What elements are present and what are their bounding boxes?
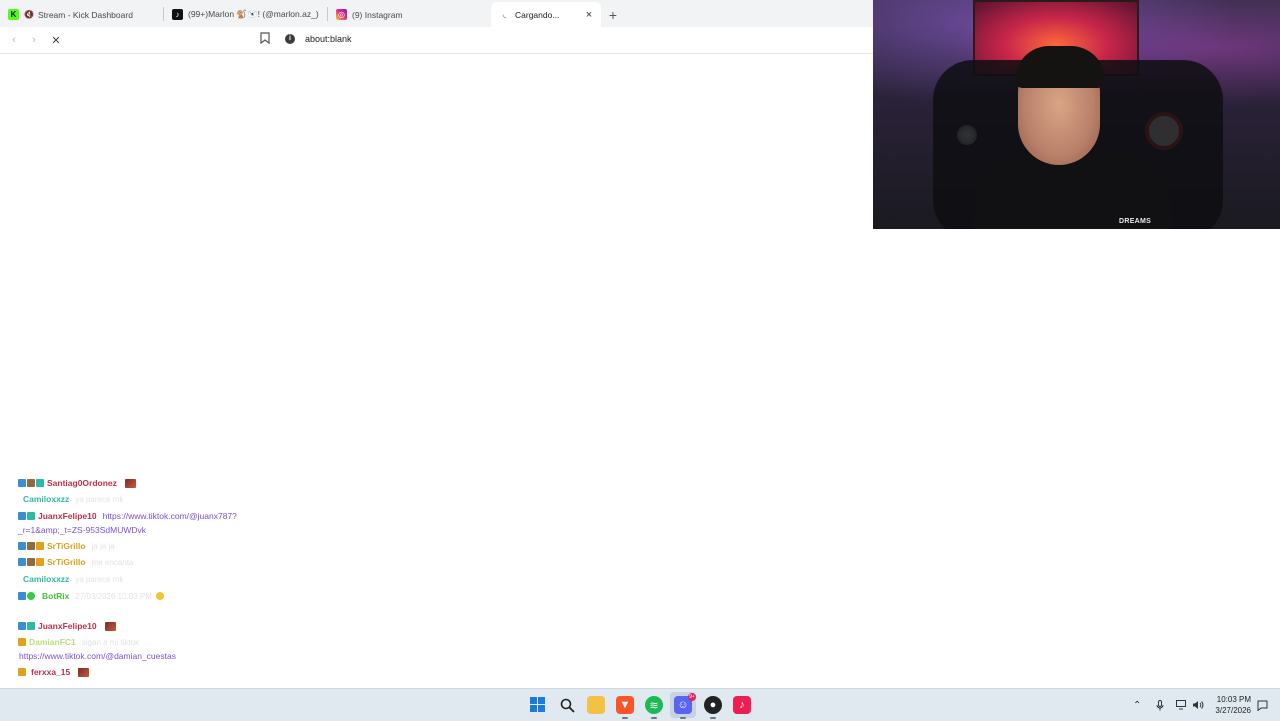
chat-username: JuanxFelipe10 bbox=[38, 511, 97, 521]
notification-badge: 9+ bbox=[688, 693, 696, 701]
network-icon[interactable] bbox=[1176, 689, 1188, 721]
chat-message: BotRix 27/03/2026 10:03 PM bbox=[18, 591, 164, 601]
microphone-icon[interactable] bbox=[1156, 689, 1164, 721]
browser-toolbar: ‹ › ✕ i about:blank bbox=[0, 27, 873, 54]
system-clock[interactable]: 10:03 PM 3/27/2026 bbox=[1205, 694, 1251, 716]
close-tab-icon[interactable]: × bbox=[583, 9, 595, 21]
chat-username: Camiloxxzz bbox=[23, 494, 70, 504]
kick-icon: K bbox=[8, 9, 19, 20]
badge-icon bbox=[18, 479, 26, 487]
chat-message: Santiag0Ordonez bbox=[18, 478, 136, 488]
new-tab-button[interactable]: + bbox=[601, 2, 625, 27]
windows-taskbar: ▼ ≋ ☺ 9+ ● ♪ ⌃ 10:03 PM 3/27/2026 bbox=[0, 688, 1280, 721]
running-indicator bbox=[710, 717, 716, 719]
file-explorer-icon[interactable] bbox=[587, 696, 605, 714]
tab-kick-dashboard[interactable]: K 🔇 Stream - Kick Dashboard bbox=[0, 2, 163, 27]
chat-text: ja ja ja bbox=[91, 541, 115, 551]
chat-message: DamianFC1 sigan a mi tiktok bbox=[18, 637, 139, 647]
clock-time: 10:03 PM bbox=[1216, 695, 1251, 704]
emote-icon bbox=[124, 478, 136, 488]
chat-message: Camiloxxzz ya parece mk bbox=[21, 494, 123, 504]
tab-title: (9) Instagram bbox=[352, 9, 403, 20]
badge-icon bbox=[18, 512, 26, 520]
chat-username: DamianFC1 bbox=[29, 637, 76, 647]
running-indicator bbox=[651, 717, 657, 719]
discord-icon[interactable]: ☺ 9+ bbox=[674, 693, 696, 714]
search-icon[interactable] bbox=[558, 696, 576, 714]
tiktok-icon: ♪ bbox=[172, 9, 183, 20]
chat-username: Camiloxxzz bbox=[23, 574, 70, 584]
badge-icon bbox=[18, 638, 26, 646]
volume-icon[interactable] bbox=[1192, 689, 1204, 721]
badge-icon bbox=[18, 622, 26, 630]
tab-loading-active[interactable]: ◟ Cargando... × bbox=[491, 2, 601, 27]
notification-center-icon[interactable] bbox=[1257, 689, 1268, 721]
tab-strip: K 🔇 Stream - Kick Dashboard ♪ (99+)Marlo… bbox=[0, 0, 873, 27]
chat-text: ya parece mk bbox=[75, 494, 124, 504]
instagram-icon: ◎ bbox=[336, 9, 347, 20]
webcam-feed: DREAMS bbox=[873, 0, 1280, 229]
chat-link-continuation[interactable]: https://www.tiktok.com/@damian_cuestas bbox=[19, 651, 176, 661]
tab-title: Cargando... bbox=[515, 9, 560, 20]
chat-username: JuanxFelipe10 bbox=[38, 621, 97, 631]
chat-link[interactable]: https://www.tiktok.com/@juanx787? bbox=[103, 511, 237, 521]
badge-icon bbox=[27, 558, 35, 566]
tab-title: Stream - Kick Dashboard bbox=[37, 9, 133, 20]
emote-icon bbox=[78, 667, 90, 677]
webcam-person-hair bbox=[1015, 46, 1105, 88]
chat-message: JuanxFelipe10 bbox=[18, 621, 116, 631]
tab-tiktok[interactable]: ♪ (99+)Marlon 🐒🐻‍❄️! (@marlon.az_) | bbox=[164, 2, 327, 27]
badge-icon bbox=[36, 542, 44, 550]
obs-studio-icon[interactable]: ● bbox=[704, 696, 722, 714]
bookmark-icon[interactable] bbox=[258, 32, 272, 46]
chat-message: JuanxFelipe10 https://www.tiktok.com/@ju… bbox=[18, 511, 237, 521]
badge-icon bbox=[27, 512, 35, 520]
badge-icon bbox=[36, 558, 44, 566]
badge-icon bbox=[36, 479, 44, 487]
chat-text: ya parece mk bbox=[75, 574, 124, 584]
chat-text: me encanta bbox=[91, 557, 134, 567]
running-indicator bbox=[622, 717, 628, 719]
chat-username: BotRix bbox=[42, 591, 70, 601]
badge-icon bbox=[27, 479, 35, 487]
address-bar-url[interactable]: about:blank bbox=[305, 34, 352, 44]
chat-username: Santiag0Ordonez bbox=[47, 478, 117, 488]
tab-instagram[interactable]: ◎ (9) Instagram bbox=[328, 2, 491, 27]
emote-icon bbox=[104, 621, 116, 631]
chat-text: 27/03/2026 10:03 PM bbox=[75, 591, 152, 601]
emoji-icon bbox=[155, 592, 164, 600]
brave-browser-icon[interactable]: ▼ bbox=[616, 696, 634, 714]
chat-link-continuation[interactable]: _r=1&amp;_t=ZS-953SdMUWDvk bbox=[18, 525, 146, 535]
badge-icon bbox=[18, 668, 26, 676]
forward-arrow-icon[interactable]: › bbox=[24, 30, 44, 50]
site-info-icon[interactable]: i bbox=[285, 34, 295, 44]
chat-message: Camiloxxzz ya parece mk bbox=[21, 574, 123, 584]
chat-message: ferxxa_15 bbox=[18, 667, 90, 677]
chat-text: sigan a mi tiktok bbox=[81, 637, 140, 647]
loading-spinner-icon: ◟ bbox=[502, 9, 507, 19]
clock-date: 3/27/2026 bbox=[1215, 706, 1251, 715]
windows-start-icon[interactable] bbox=[529, 696, 547, 714]
chat-message: SrTiGrillo me encanta bbox=[18, 557, 133, 567]
show-hidden-icons-chevron[interactable]: ⌃ bbox=[1133, 689, 1141, 721]
tab-title: (99+)Marlon 🐒🐻‍❄️! (@marlon.az_) | bbox=[188, 9, 321, 19]
badge-icon bbox=[27, 592, 35, 600]
badge-icon bbox=[18, 542, 26, 550]
badge-icon bbox=[18, 558, 26, 566]
tiktok-live-icon[interactable]: ♪ bbox=[733, 696, 751, 714]
chat-username: SrTiGrillo bbox=[47, 557, 86, 567]
webcam-shirt-text: DREAMS bbox=[1119, 218, 1152, 225]
stop-loading-icon[interactable]: ✕ bbox=[46, 30, 66, 50]
badge-icon bbox=[27, 622, 35, 630]
chat-username: ferxxa_15 bbox=[31, 667, 71, 677]
badge-icon bbox=[18, 592, 26, 600]
muted-speaker-icon[interactable]: 🔇 bbox=[24, 10, 34, 19]
chat-message: SrTiGrillo ja ja ja bbox=[18, 541, 115, 551]
back-arrow-icon[interactable]: ‹ bbox=[4, 30, 24, 50]
running-indicator bbox=[680, 717, 686, 719]
chat-username: SrTiGrillo bbox=[47, 541, 86, 551]
badge-icon bbox=[27, 542, 35, 550]
spotify-icon[interactable]: ≋ bbox=[645, 696, 663, 714]
